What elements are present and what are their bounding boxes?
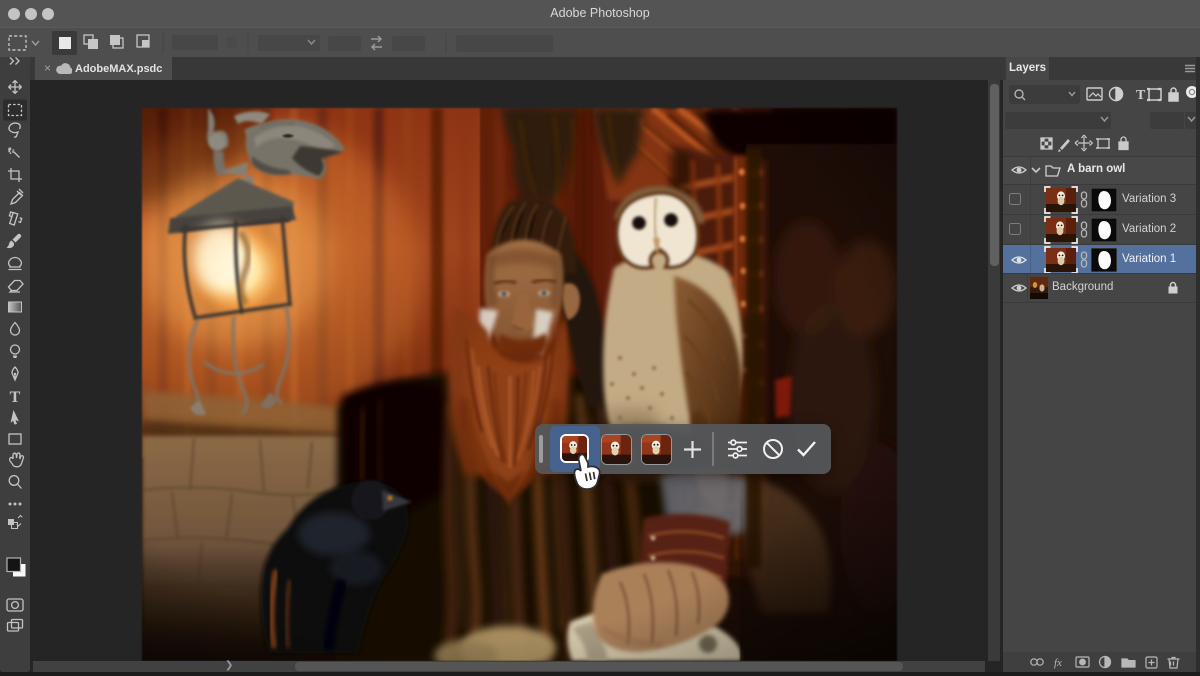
svg-text:fx: fx (1054, 657, 1062, 669)
svg-text:T: T (10, 389, 21, 406)
svg-text:T: T (1136, 88, 1146, 103)
